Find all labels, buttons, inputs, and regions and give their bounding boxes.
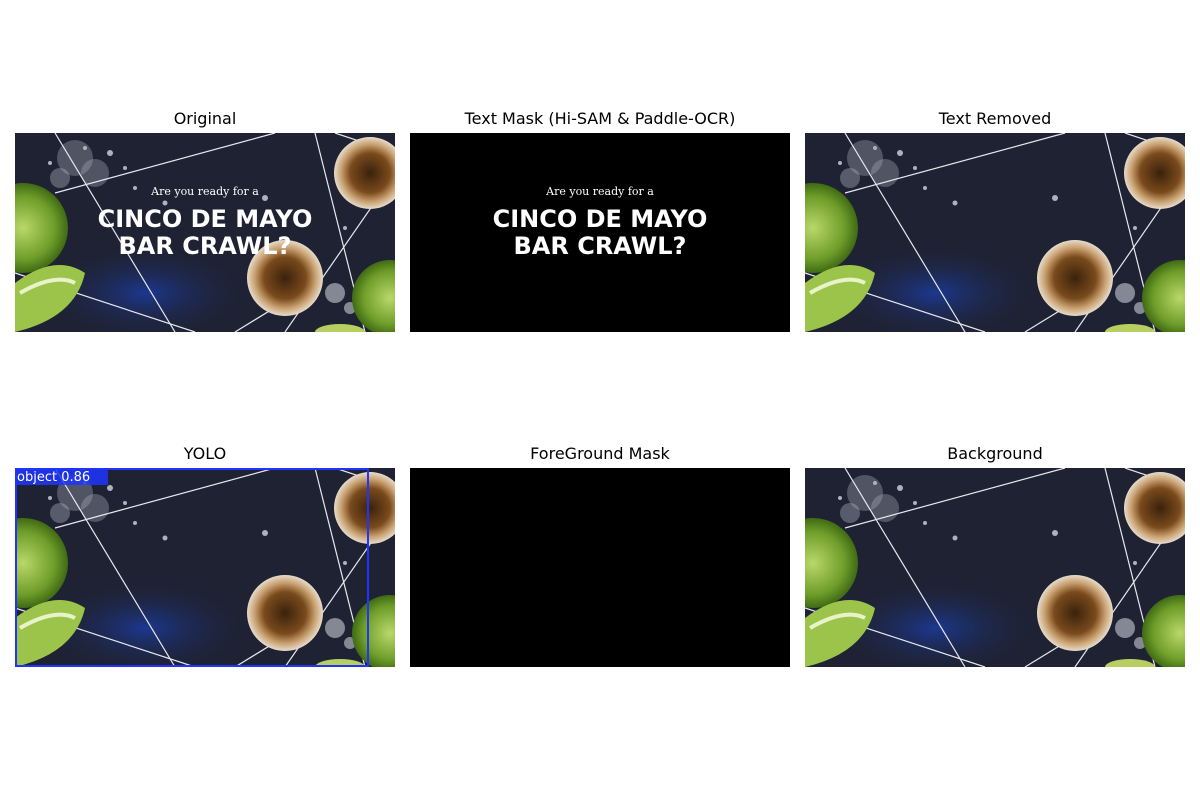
original-image: Are you ready for a CINCO DE MAYO BAR CR…	[15, 133, 395, 332]
mask-line1: Are you ready for a	[545, 185, 654, 198]
poster-line2: CINCO DE MAYO	[98, 205, 313, 233]
text-mask-image: Are you ready for a CINCO DE MAYO BAR CR…	[410, 133, 790, 332]
background-image	[805, 468, 1185, 667]
yolo-image: object 0.86	[15, 468, 395, 667]
yolo-label: object 0.86	[17, 470, 90, 485]
panel-title-text-mask: Text Mask (Hi-SAM & Paddle-OCR)	[464, 109, 736, 128]
panel-title-yolo: YOLO	[183, 444, 227, 463]
poster-line1: Are you ready for a	[150, 185, 259, 198]
mask-line2: CINCO DE MAYO	[493, 205, 708, 233]
mask-line3: BAR CRAWL?	[514, 232, 687, 260]
poster-line3: BAR CRAWL?	[119, 232, 292, 260]
panel-title-original: Original	[173, 109, 237, 128]
panel-title-background: Background	[947, 444, 1043, 463]
text-removed-image	[805, 133, 1185, 332]
panel-title-foreground-mask: ForeGround Mask	[530, 444, 670, 463]
panel-title-text-removed: Text Removed	[938, 109, 1052, 128]
foreground-mask-image	[410, 468, 790, 667]
